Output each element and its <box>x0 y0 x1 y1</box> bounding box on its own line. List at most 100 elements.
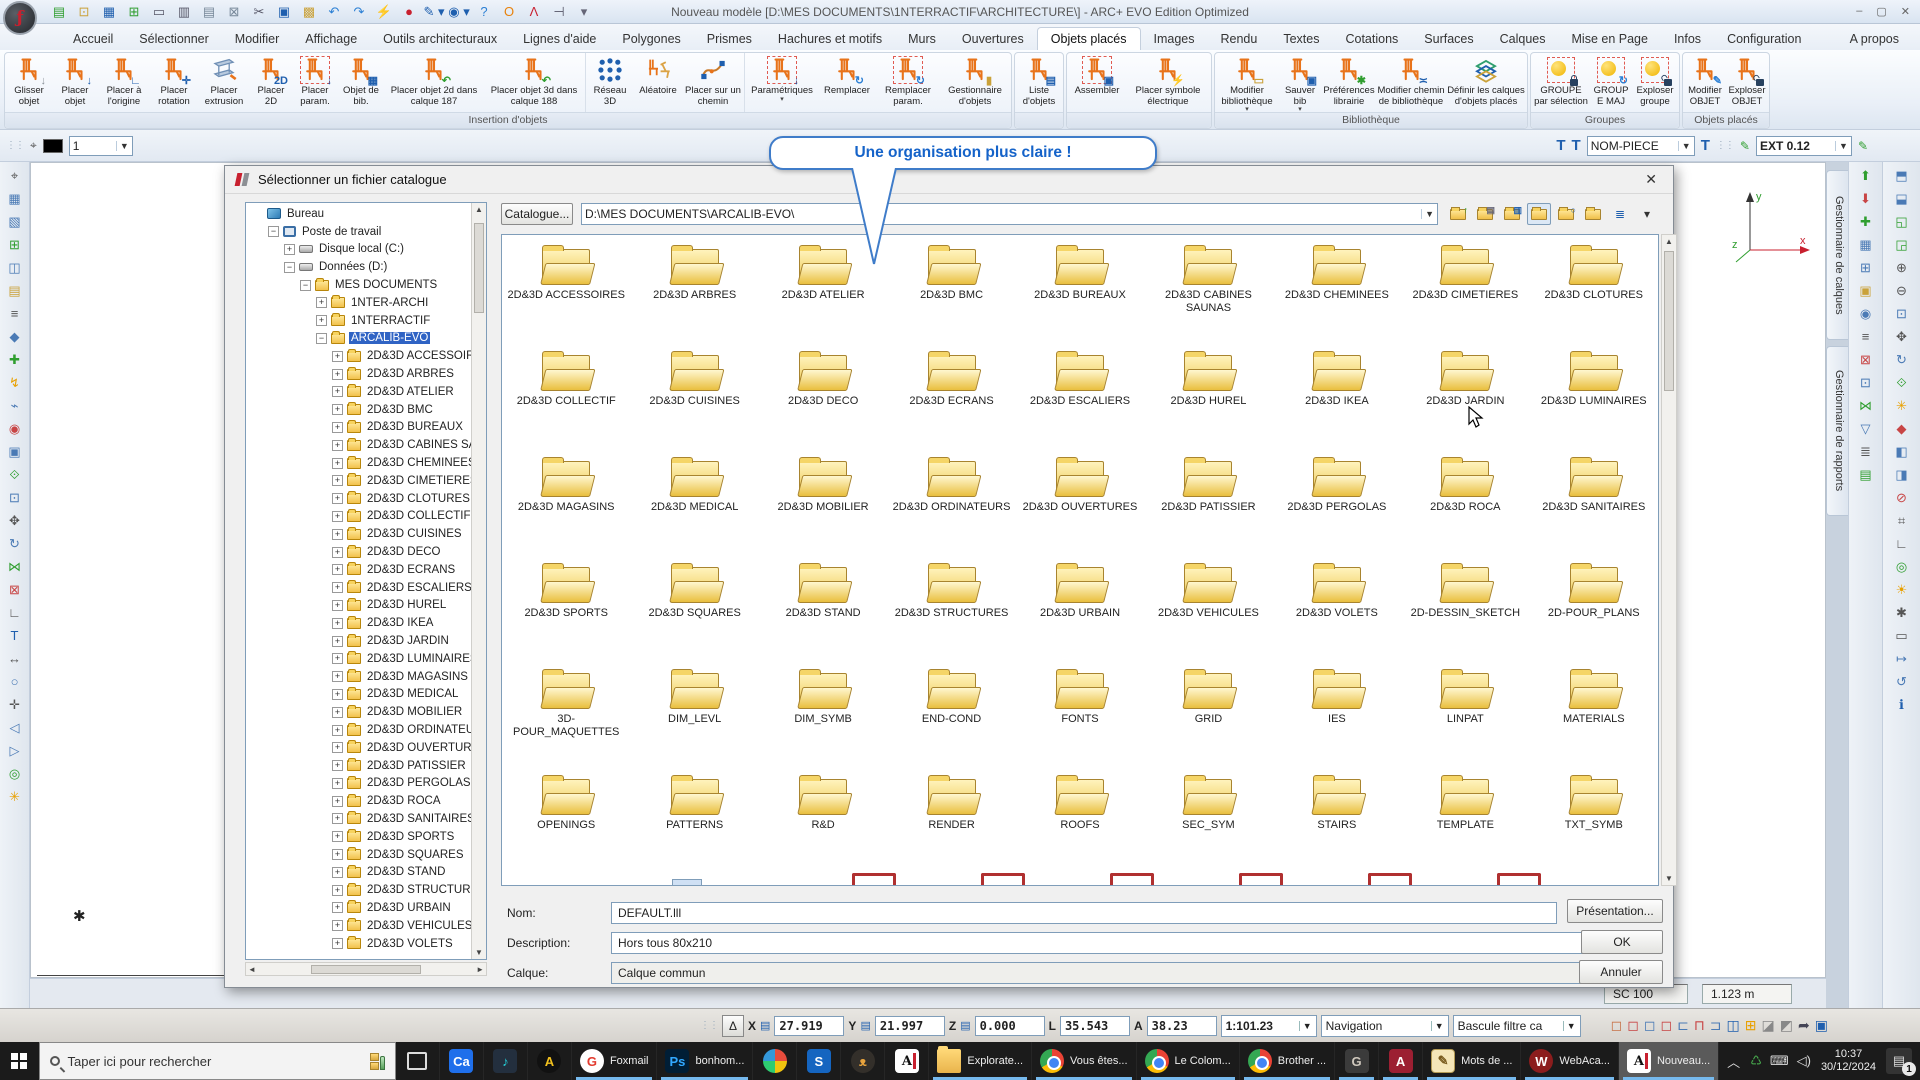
catalogue-folder[interactable]: 2D&3D BUREAUX <box>1016 239 1144 345</box>
layer-sort-icon[interactable]: ≣ <box>1854 440 1878 463</box>
layer-eye-icon[interactable]: ◉ <box>1854 302 1878 325</box>
app-chrome-1[interactable]: Vous êtes... <box>1032 1042 1137 1080</box>
walk-icon[interactable]: ⟐ <box>1890 371 1914 394</box>
ribbon-tool-liste-d-objets[interactable]: ▤ Liste d'objets <box>1016 53 1062 112</box>
help-icon[interactable]: ? <box>473 2 495 22</box>
tree-item[interactable]: +2D&3D ARBRES <box>246 365 486 383</box>
catalogue-folder[interactable]: 2D&3D STRUCTURES <box>887 557 1015 663</box>
tab-outils-architecturaux[interactable]: Outils architecturaux <box>370 28 510 50</box>
catalogue-folder[interactable]: 2D&3D ORDINATEURS <box>887 451 1015 557</box>
presentation-button[interactable]: Présentation... <box>1567 899 1663 923</box>
ribbon-tool-pr-f-rences-librairie[interactable]: ✱ Préférences librairie <box>1322 53 1376 112</box>
app-webacappella[interactable]: W WebAca... <box>1521 1042 1619 1080</box>
tree-item[interactable]: +1NTERRACTIF <box>246 312 486 330</box>
catalogue-folder[interactable]: 2D&3D STAND <box>759 557 887 663</box>
dark-arrow-icon[interactable]: ➦ <box>1798 1017 1810 1034</box>
catalogue-folder[interactable]: END-COND <box>887 663 1015 769</box>
tray-green-icon[interactable]: ♺ <box>1750 1053 1762 1069</box>
tree-item[interactable]: +2D&3D OUVERTURES <box>246 739 486 757</box>
layer-copy-icon[interactable]: ⊡ <box>1854 371 1878 394</box>
tree-toggle-icon[interactable]: + <box>332 546 343 558</box>
box-icon[interactable]: ▣ <box>3 440 27 463</box>
tree-horizontal-scrollbar[interactable]: ◄ ► <box>245 962 487 976</box>
tree-item[interactable]: +2D&3D DECO <box>246 543 486 561</box>
tree-toggle-icon[interactable]: + <box>332 421 343 433</box>
tab-s-lectionner[interactable]: Sélectionner <box>126 28 222 50</box>
tree-item[interactable]: +1NTER-ARCHI <box>246 294 486 312</box>
signature-icon[interactable]: Λ <box>523 2 545 22</box>
viewport-2-icon[interactable]: ◫ <box>1727 1017 1740 1034</box>
tree-toggle-icon[interactable]: + <box>332 724 343 736</box>
folder-page-icon[interactable]: ▤ <box>1473 203 1497 225</box>
tree-item[interactable]: +2D&3D ACCESSOIRES <box>246 347 486 365</box>
tab-objets-plac-s[interactable]: Objets placés <box>1036 27 1141 50</box>
next-icon[interactable]: ▷ <box>3 739 27 762</box>
catalogue-folder[interactable]: STAIRS <box>1273 769 1401 875</box>
tab-murs[interactable]: Murs <box>895 28 949 50</box>
app-arcplus-active[interactable]: A Nouveau... <box>1618 1042 1720 1080</box>
tab-affichage[interactable]: Affichage <box>292 28 370 50</box>
tree-item[interactable]: +2D&3D CLOTURES <box>246 490 486 508</box>
ribbon-tool-placer-rotation[interactable]: ✛ Placer rotation <box>150 53 198 112</box>
app-s[interactable]: S <box>797 1042 842 1080</box>
status-grip[interactable]: ⋮⋮ <box>700 1020 719 1031</box>
tab-infos[interactable]: Infos <box>1661 28 1714 50</box>
path-combo[interactable]: D:\MES DOCUMENTS\ARCALIB-EVO\ ▼ <box>581 203 1438 225</box>
tree-toggle-icon[interactable]: + <box>332 493 343 505</box>
no-wedge-icon[interactable]: ◪ <box>1761 1017 1774 1034</box>
cube-view-icon[interactable]: ◻ <box>1611 1017 1623 1034</box>
info-icon[interactable]: ℹ <box>1890 693 1914 716</box>
cancel-button[interactable]: Annuler <box>1579 960 1663 984</box>
open-icon[interactable]: ⊡ <box>73 2 95 22</box>
tab-ouvertures[interactable]: Ouvertures <box>949 28 1037 50</box>
ribbon-tool-placer-objet[interactable]: ↓ Placer objet <box>52 53 98 112</box>
view-iso-icon[interactable]: ◲ <box>1890 233 1914 256</box>
pick-icon[interactable]: ⌖ <box>3 164 27 187</box>
app-gimp[interactable]: G <box>1335 1042 1380 1080</box>
list-icon[interactable]: ≡ <box>3 302 27 325</box>
ribbon-tool-gestionnaire-d-objets[interactable]: ▮ Gestionnaire d'objets <box>940 53 1010 112</box>
wave-icon[interactable]: ⌁ <box>3 394 27 417</box>
ribbon-tool-al-atoire[interactable]: Aléatoire <box>633 53 683 112</box>
tab-prismes[interactable]: Prismes <box>694 28 765 50</box>
view-top-icon[interactable]: ⬒ <box>1890 164 1914 187</box>
catalogue-folder[interactable]: DIM_LEVL <box>630 663 758 769</box>
tree-toggle-icon[interactable]: + <box>332 688 343 700</box>
pen-menu-icon[interactable]: ✎ ▾ <box>423 2 445 22</box>
text-icon[interactable]: T <box>3 624 27 647</box>
layer-merge-icon[interactable]: ⋈ <box>1854 394 1878 417</box>
nom-field[interactable]: DEFAULT.lll <box>611 902 1557 924</box>
copy-icon[interactable]: ⊡ <box>3 486 27 509</box>
minimize-button[interactable]: – <box>1856 5 1862 18</box>
ribbon-tool-remplacer[interactable]: ↻ Remplacer <box>818 53 876 112</box>
tree-item[interactable]: +2D&3D PERGOLAS <box>246 775 486 793</box>
viewport-4-icon[interactable]: ⊞ <box>1745 1017 1757 1034</box>
ribbon-tool-r-seau-3d[interactable]: Réseau 3D <box>587 53 633 112</box>
ribbon-tool-exploser-groupe[interactable]: Exploser groupe <box>1632 53 1678 112</box>
ribbon-tool-placer-param-[interactable]: ↓ Placer param. <box>292 53 338 112</box>
tree-item[interactable]: +2D&3D BUREAUX <box>246 419 486 437</box>
paste-icon[interactable]: ▩ <box>298 2 320 22</box>
print-preview-icon[interactable]: ▥ <box>173 2 195 22</box>
sun2-icon[interactable]: ☀ <box>1890 578 1914 601</box>
closed-folder-icon[interactable] <box>1581 203 1605 225</box>
tree-item[interactable]: +2D&3D STAND <box>246 863 486 881</box>
taskbar-search[interactable]: Taper ici pour rechercher <box>38 1042 396 1080</box>
redo-icon[interactable]: ↷ <box>348 2 370 22</box>
tree-item[interactable]: +2D&3D IKEA <box>246 614 486 632</box>
up-one-level-icon[interactable]: ↑ <box>1446 203 1470 225</box>
tab-lignes-d-aide[interactable]: Lignes d'aide <box>510 28 609 50</box>
more-icon[interactable]: ▾ <box>573 2 595 22</box>
layer-filter-icon[interactable]: ▽ <box>1854 417 1878 440</box>
tree-item[interactable]: Bureau <box>246 205 486 223</box>
tray-volume-icon[interactable]: ◁) <box>1797 1053 1811 1069</box>
cut-icon[interactable]: ✂ <box>248 2 270 22</box>
ribbon-tool-placer-l-origine[interactable]: ∟ Placer à l'origine <box>98 53 150 112</box>
layers-icon[interactable]: ▤ <box>3 279 27 302</box>
app-authy[interactable]: A <box>528 1042 572 1080</box>
panel-tab-gestionnaire-de-rapports[interactable]: Gestionnaire de rapports <box>1826 346 1848 516</box>
app-explorer[interactable]: Explorate... <box>929 1042 1033 1080</box>
tree-toggle-icon[interactable]: + <box>332 582 343 594</box>
coord-lock-icon[interactable]: ▤ <box>960 1019 970 1032</box>
tray-chevron-icon[interactable]: ︿ <box>1727 1052 1740 1071</box>
